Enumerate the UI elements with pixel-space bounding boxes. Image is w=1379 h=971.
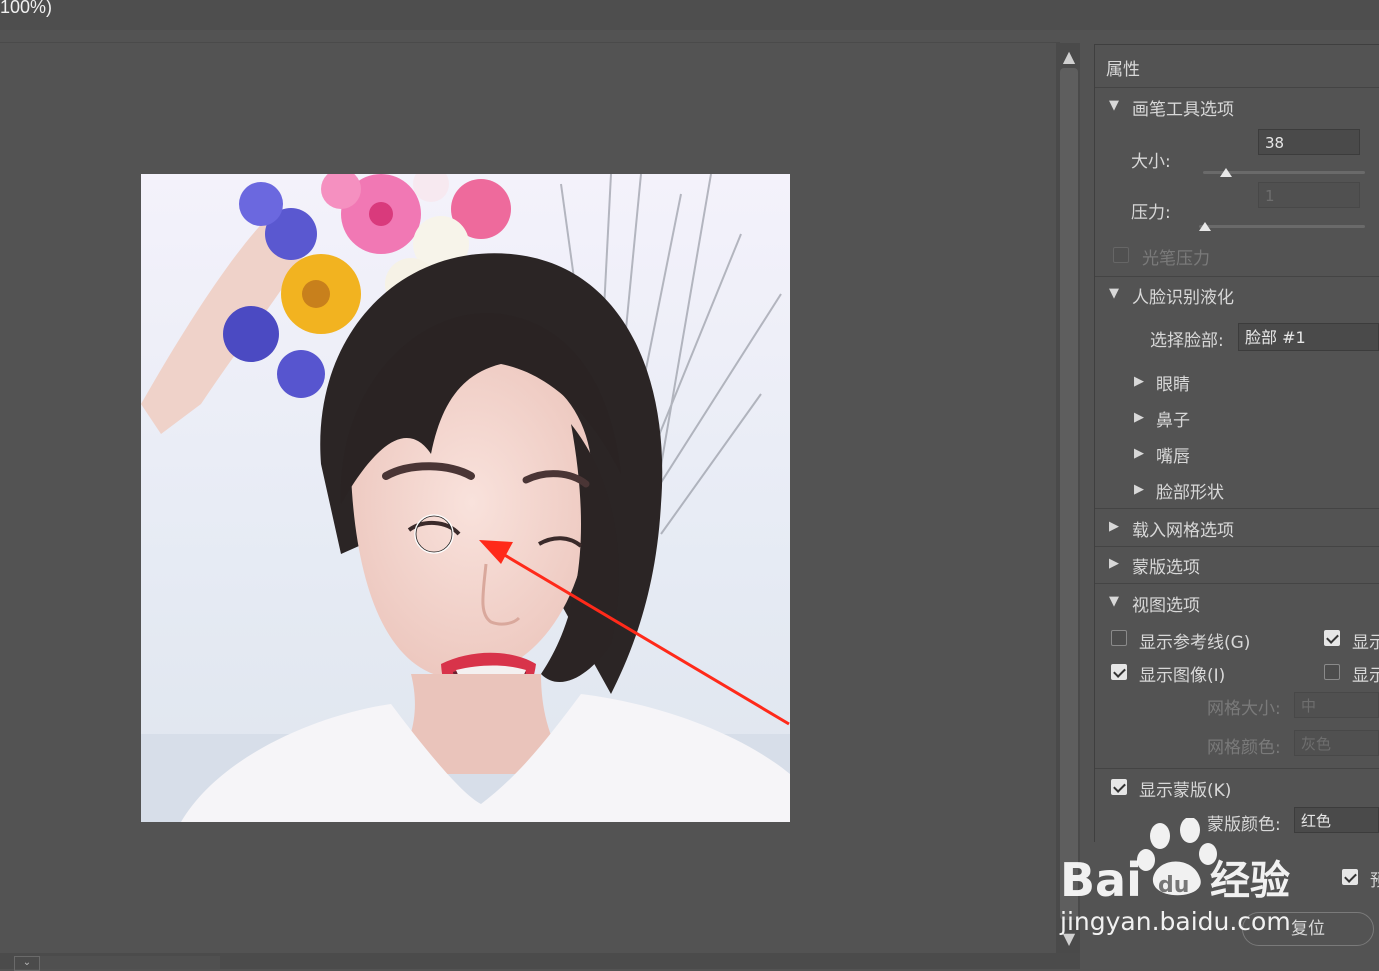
face-item-mouth[interactable]: 嘴唇 [1156, 442, 1190, 467]
scroll-up-arrow-icon[interactable]: ▲ [1060, 48, 1078, 66]
section-face-aware-liquify[interactable]: 人脸识别液化 [1132, 283, 1234, 308]
mesh-color-label: 网格颜色: [1207, 738, 1281, 758]
mask-color-dropdown[interactable]: 红色 [1294, 807, 1379, 833]
size-label: 大小: [1131, 152, 1171, 172]
size-slider-thumb[interactable] [1220, 168, 1232, 177]
mesh-size-dropdown[interactable]: 中 [1294, 692, 1379, 718]
show-right-1-checkbox[interactable] [1324, 630, 1340, 646]
show-mask-label: 显示蒙版(K) [1139, 781, 1232, 801]
show-image-label: 显示图像(I) [1139, 666, 1226, 686]
collapse-triangle-icon[interactable]: ▼ [1109, 594, 1119, 609]
expand-triangle-icon[interactable]: ▶ [1134, 482, 1144, 497]
show-right-2-label: 显示 [1352, 666, 1379, 686]
status-bar: ⌄ [0, 953, 1080, 971]
size-input[interactable]: 38 [1258, 129, 1360, 155]
divider [1095, 768, 1379, 769]
section-view-options[interactable]: 视图选项 [1132, 591, 1200, 616]
stylus-pressure-label: 光笔压力 [1142, 249, 1210, 269]
divider [1095, 508, 1379, 509]
section-load-mesh-options[interactable]: 载入网格选项 [1132, 516, 1234, 541]
pressure-slider-thumb[interactable] [1199, 222, 1211, 231]
show-guides-checkbox[interactable] [1111, 630, 1127, 646]
show-guides-label: 显示参考线(G) [1139, 633, 1251, 653]
expand-triangle-icon[interactable]: ▶ [1134, 410, 1144, 425]
divider [1095, 583, 1379, 584]
show-image-checkbox[interactable] [1111, 664, 1127, 680]
mask-color-label: 蒙版颜色: [1207, 815, 1281, 835]
zoom-title: 100%) [0, 0, 53, 17]
expand-triangle-icon[interactable]: ▶ [1109, 519, 1119, 534]
show-mask-checkbox[interactable] [1111, 779, 1127, 795]
mesh-size-label: 网格大小: [1207, 699, 1281, 719]
face-item-face-shape[interactable]: 脸部形状 [1156, 478, 1224, 503]
scroll-down-arrow-icon[interactable]: ▼ [1060, 930, 1078, 948]
panel-title: 属性 [1106, 60, 1140, 80]
title-bar: 100%) [0, 0, 1379, 30]
collapse-triangle-icon[interactable]: ▼ [1109, 286, 1119, 301]
pressure-slider[interactable] [1199, 225, 1365, 228]
preview-label: 预 [1370, 871, 1379, 891]
preview-checkbox[interactable] [1342, 869, 1358, 885]
collapse-triangle-icon[interactable]: ▼ [1109, 98, 1119, 113]
reset-button[interactable]: 复位 [1242, 912, 1374, 946]
select-face-dropdown[interactable]: 脸部 #1 [1238, 323, 1379, 351]
pressure-label: 压力: [1131, 203, 1171, 223]
divider [1095, 546, 1379, 547]
show-right-2-checkbox[interactable] [1324, 664, 1340, 680]
expand-triangle-icon[interactable]: ▶ [1109, 556, 1119, 571]
stylus-pressure-checkbox[interactable] [1113, 247, 1129, 263]
expand-triangle-icon[interactable]: ▶ [1134, 374, 1144, 389]
canvas-image[interactable] [141, 174, 790, 822]
select-face-label: 选择脸部: [1150, 331, 1224, 351]
section-brush-tool-options[interactable]: 画笔工具选项 [1132, 95, 1234, 120]
mesh-color-dropdown[interactable]: 灰色 [1294, 730, 1379, 756]
face-item-eyes[interactable]: 眼睛 [1156, 370, 1190, 395]
face-item-nose[interactable]: 鼻子 [1156, 406, 1190, 431]
show-right-1-label: 显示 [1352, 633, 1379, 653]
zoom-field[interactable] [40, 956, 220, 969]
section-mask-options[interactable]: 蒙版选项 [1132, 553, 1200, 578]
divider [1095, 276, 1379, 277]
expand-triangle-icon[interactable]: ▶ [1134, 446, 1144, 461]
divider [1095, 87, 1379, 88]
pressure-input[interactable]: 1 [1258, 182, 1360, 208]
scrollbar-thumb[interactable] [1060, 68, 1078, 920]
portrait-illustration [141, 174, 790, 822]
